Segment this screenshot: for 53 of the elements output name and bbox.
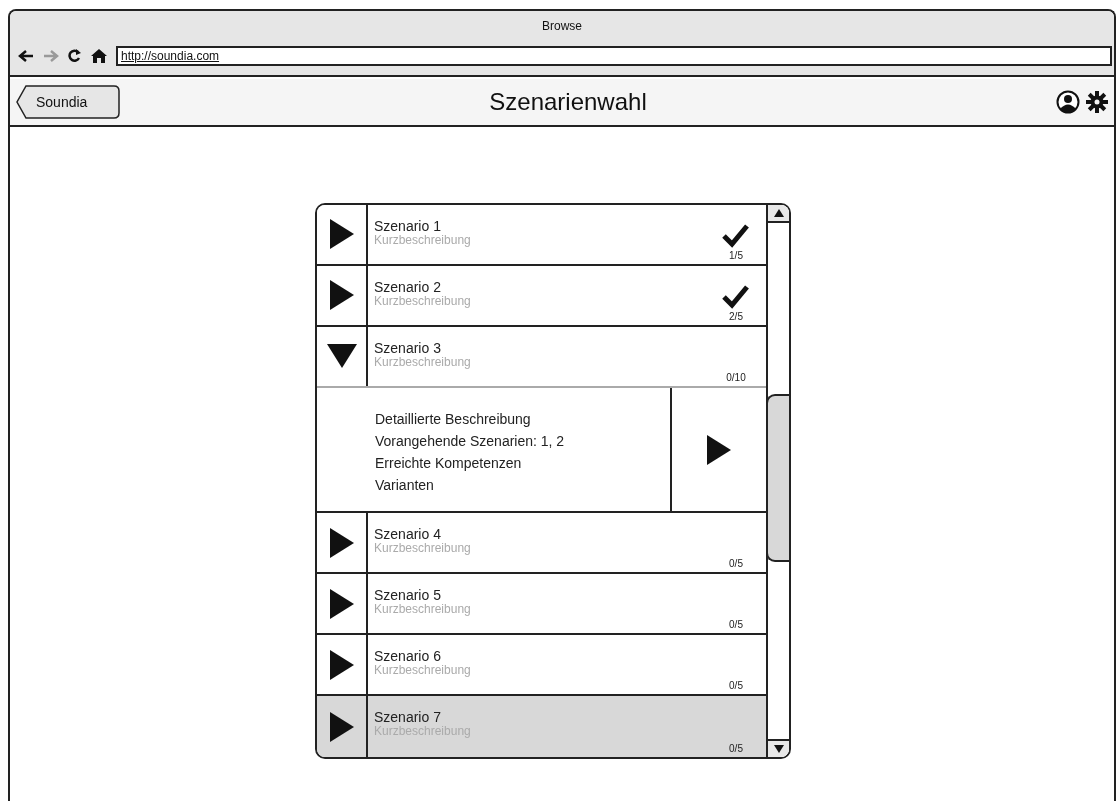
scenario-title: Szenario 4 [374,527,441,543]
triangle-right-icon [329,649,354,680]
user-icon[interactable] [1056,90,1080,114]
scenario-description: Kurzbeschreibung [374,603,471,616]
detail-line: Varianten [375,475,434,495]
scenario-title: Szenario 2 [374,279,441,295]
detail-line: Vorangehende Szenarien: 1, 2 [375,431,565,451]
scenario-row[interactable]: Szenario 4 Kurzbeschreibung 0/5 [317,513,766,575]
progress-count: 1/5 [729,249,743,261]
scenario-title: Szenario 5 [374,588,441,604]
progress-count: 0/5 [729,619,743,631]
scenario-row[interactable]: Szenario 2 Kurzbeschreibung 2/5 [317,265,766,327]
scenario-row[interactable]: Szenario 1 Kurzbeschreibung 1/5 [317,205,766,266]
address-field[interactable]: http://soundia.com [116,46,1112,66]
back-arrow-icon[interactable] [18,49,34,63]
triangle-down-icon [773,745,784,753]
progress-count: 0/10 [726,371,746,383]
triangle-right-icon [329,280,354,311]
reload-icon[interactable] [68,49,82,63]
scenario-row[interactable]: Szenario 6 Kurzbeschreibung 0/5 [317,635,766,697]
scenario-description: Kurzbeschreibung [374,664,471,677]
scroll-down-button[interactable] [768,739,789,757]
progress-count: 0/5 [729,680,743,692]
scenario-description: Kurzbeschreibung [374,355,471,368]
back-button[interactable]: Soundia [16,85,120,119]
detail-line: Erreichte Kompetenzen [375,453,522,473]
detail-line: Detaillierte Beschreibung [375,409,531,429]
scroll-thumb[interactable] [766,394,789,562]
triangle-right-icon [329,588,354,619]
scenario-row[interactable]: Szenario 5 Kurzbeschreibung 0/5 [317,574,766,636]
scroll-up-button[interactable] [768,205,789,223]
progress-count: 0/5 [729,743,743,754]
page-title: Szenarienwahl [488,88,648,116]
triangle-right-icon [329,527,354,558]
triangle-right-icon [329,219,354,250]
triangle-down-icon [326,344,357,369]
scenario-title: Szenario 1 [374,219,441,234]
progress-count: 2/5 [729,310,743,322]
scenario-description: Kurzbeschreibung [374,294,471,307]
triangle-right-icon [329,711,354,742]
settings-icon[interactable] [1086,91,1108,113]
scenario-title: Szenario 6 [374,649,441,665]
home-icon[interactable] [91,49,107,63]
progress-count: 0/5 [729,558,743,570]
scenario-description: Kurzbeschreibung [374,234,471,246]
scrollbar[interactable] [766,205,789,757]
window-title: Browse [542,19,582,33]
scenario-row[interactable]: Szenario 3 Kurzbeschreibung 0/10 [317,326,766,388]
scenario-title: Szenario 7 [374,710,441,726]
scenario-title: Szenario 3 [374,340,441,356]
triangle-up-icon [773,209,784,217]
scenario-description: Kurzbeschreibung [374,542,471,555]
play-icon [707,434,731,465]
